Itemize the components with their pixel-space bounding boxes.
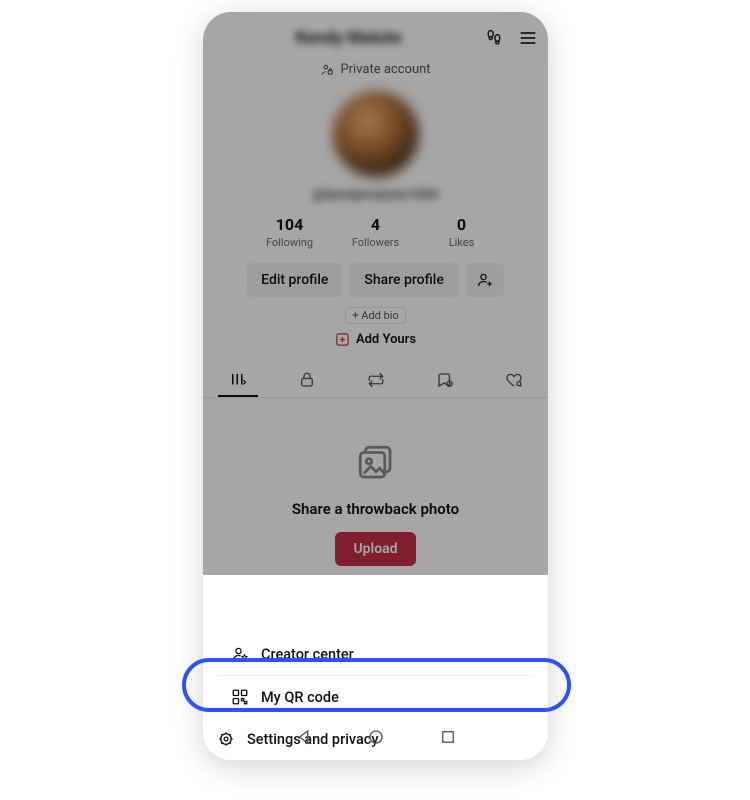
lock-person-icon <box>320 63 334 77</box>
footsteps-icon[interactable] <box>484 28 504 48</box>
qr-code-icon <box>231 688 249 706</box>
tab-reposts[interactable] <box>356 371 396 389</box>
private-account-badge: Private account <box>203 62 548 77</box>
profile-handle: @kendymatute1000 <box>313 187 439 203</box>
tab-saved[interactable] <box>425 371 465 389</box>
profile-stats: 104 Following 4 Followers 0 Likes <box>203 215 548 249</box>
stat-followers[interactable]: 4 Followers <box>333 215 419 249</box>
nav-home-button[interactable] <box>367 728 385 746</box>
private-account-label: Private account <box>340 62 430 77</box>
sheet-item-label: Creator center <box>261 646 354 663</box>
add-friend-button[interactable] <box>466 263 504 297</box>
edit-profile-button[interactable]: Edit profile <box>247 263 342 297</box>
top-bar: Kendy Matute <box>203 12 548 60</box>
stat-likes-value: 0 <box>419 215 505 234</box>
android-nav-bar <box>203 714 548 760</box>
avatar[interactable] <box>333 91 419 177</box>
stat-following-label: Following <box>247 236 333 249</box>
share-profile-button[interactable]: Share profile <box>350 263 457 297</box>
tab-private[interactable] <box>287 371 327 389</box>
photos-icon <box>203 442 548 488</box>
stat-likes[interactable]: 0 Likes <box>419 215 505 249</box>
nav-recent-button[interactable] <box>439 728 457 746</box>
phone-frame: Kendy Matute <box>203 12 548 760</box>
tab-grid[interactable] <box>218 371 258 397</box>
upload-button[interactable]: Upload <box>335 532 415 566</box>
empty-state: Share a throwback photo Upload <box>203 398 548 566</box>
stat-following[interactable]: 104 Following <box>247 215 333 249</box>
hamburger-menu-icon[interactable] <box>518 28 538 48</box>
nav-back-button[interactable] <box>295 728 313 746</box>
sheet-item-label: My QR code <box>261 689 339 706</box>
sheet-item-creator-center[interactable]: Creator center <box>217 633 534 676</box>
bottom-sheet: Creator center My QR code <box>203 625 548 760</box>
tab-liked[interactable] <box>494 371 534 389</box>
stat-following-value: 104 <box>247 215 333 234</box>
user-star-icon <box>231 645 249 663</box>
add-yours-button[interactable]: Add Yours <box>203 332 548 347</box>
stat-followers-value: 4 <box>333 215 419 234</box>
add-yours-label: Add Yours <box>356 332 416 347</box>
profile-username: Kendy Matute <box>296 28 402 48</box>
plus-square-icon <box>335 332 350 347</box>
sheet-item-qr-code[interactable]: My QR code <box>217 676 534 718</box>
add-bio-button[interactable]: + Add bio <box>345 307 405 324</box>
empty-state-message: Share a throwback photo <box>203 500 548 518</box>
profile-tabs <box>203 363 548 398</box>
stat-followers-label: Followers <box>333 236 419 249</box>
stat-likes-label: Likes <box>419 236 505 249</box>
